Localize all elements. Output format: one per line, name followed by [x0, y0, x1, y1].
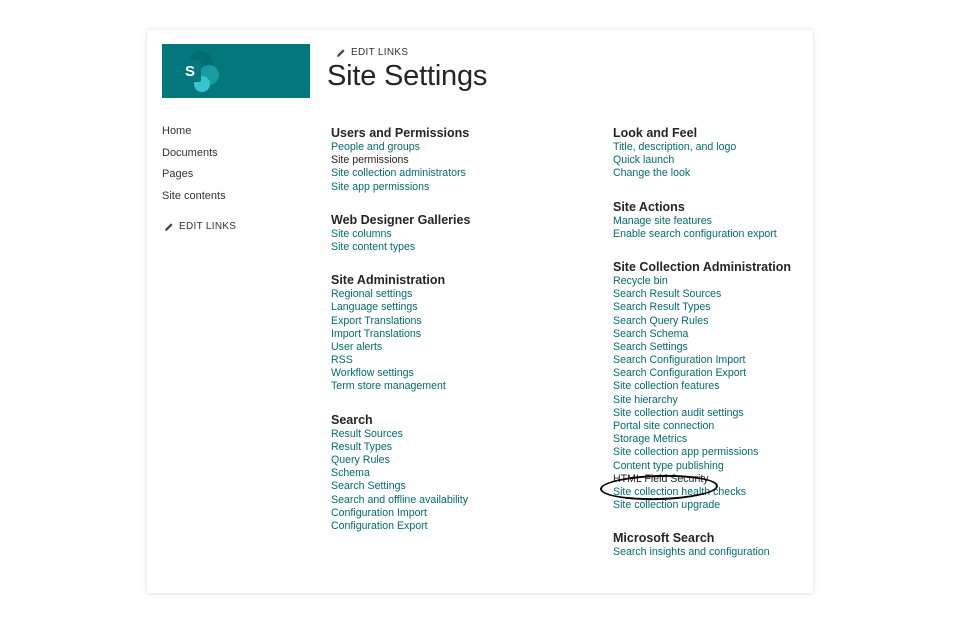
section-search: Search Result Sources Result Types Query…: [331, 413, 591, 534]
link-workflow-settings[interactable]: Workflow settings: [331, 367, 591, 380]
link-export-translations[interactable]: Export Translations: [331, 315, 591, 328]
quick-launch-nav: Home Documents Pages Site contents: [162, 124, 226, 210]
header-edit-links-label: EDIT LINKS: [351, 47, 409, 58]
link-site-app-permissions[interactable]: Site app permissions: [331, 181, 591, 194]
link-term-store-management[interactable]: Term store management: [331, 380, 591, 393]
link-configuration-import[interactable]: Configuration Import: [331, 507, 591, 520]
logo-letter: S: [185, 63, 195, 80]
link-site-collection-app-permissions[interactable]: Site collection app permissions: [613, 446, 873, 459]
section-microsoft-search: Microsoft Search Search insights and con…: [613, 531, 873, 559]
section-look-and-feel: Look and Feel Title, description, and lo…: [613, 126, 873, 181]
section-title: Microsoft Search: [613, 531, 715, 546]
section-title: Site Administration: [331, 273, 446, 288]
link-search-result-types[interactable]: Search Result Types: [613, 301, 873, 314]
link-site-collection-audit-settings[interactable]: Site collection audit settings: [613, 407, 873, 420]
section-title: Search: [331, 412, 373, 427]
link-language-settings[interactable]: Language settings: [331, 301, 591, 314]
link-configuration-export[interactable]: Configuration Export: [331, 520, 591, 533]
link-result-sources[interactable]: Result Sources: [331, 428, 591, 441]
pencil-icon: [165, 222, 173, 231]
section-site-actions: Site Actions Manage site features Enable…: [613, 200, 873, 241]
section-site-administration: Site Administration Regional settings La…: [331, 273, 591, 394]
link-search-and-offline-availability[interactable]: Search and offline availability: [331, 494, 591, 507]
nav-item-documents[interactable]: Documents: [162, 146, 226, 168]
nav-item-home[interactable]: Home: [162, 124, 226, 146]
link-manage-site-features[interactable]: Manage site features: [613, 215, 873, 228]
link-content-type-publishing[interactable]: Content type publishing: [613, 460, 873, 473]
link-search-settings[interactable]: Search Settings: [331, 480, 591, 493]
link-search-result-sources[interactable]: Search Result Sources: [613, 288, 873, 301]
link-search-query-rules[interactable]: Search Query Rules: [613, 315, 873, 328]
link-enable-search-configuration-export[interactable]: Enable search configuration export: [613, 228, 873, 241]
link-search-configuration-export[interactable]: Search Configuration Export: [613, 367, 873, 380]
nav-edit-links-label: EDIT LINKS: [179, 221, 237, 232]
pencil-icon: [337, 48, 345, 57]
link-storage-metrics[interactable]: Storage Metrics: [613, 433, 873, 446]
link-quick-launch[interactable]: Quick launch: [613, 154, 873, 167]
section-web-designer-galleries: Web Designer Galleries Site columns Site…: [331, 213, 591, 254]
link-portal-site-connection[interactable]: Portal site connection: [613, 420, 873, 433]
link-result-types[interactable]: Result Types: [331, 441, 591, 454]
link-people-and-groups[interactable]: People and groups: [331, 141, 591, 154]
link-search-settings-collection[interactable]: Search Settings: [613, 341, 873, 354]
nav-item-pages[interactable]: Pages: [162, 167, 226, 189]
link-html-field-security[interactable]: HTML Field Security: [613, 473, 873, 486]
settings-column-left: Users and Permissions People and groups …: [331, 126, 591, 533]
link-search-insights-and-configuration[interactable]: Search insights and configuration: [613, 546, 873, 559]
link-site-hierarchy[interactable]: Site hierarchy: [613, 394, 873, 407]
sharepoint-logo-icon: S: [179, 51, 219, 92]
link-search-schema[interactable]: Search Schema: [613, 328, 873, 341]
header-edit-links[interactable]: EDIT LINKS: [336, 47, 408, 58]
link-import-translations[interactable]: Import Translations: [331, 328, 591, 341]
link-schema[interactable]: Schema: [331, 467, 591, 480]
settings-column-right: Look and Feel Title, description, and lo…: [613, 126, 873, 560]
link-site-collection-health-checks[interactable]: Site collection health checks: [613, 486, 873, 499]
link-rss[interactable]: RSS: [331, 354, 591, 367]
link-site-collection-features[interactable]: Site collection features: [613, 380, 873, 393]
link-site-columns[interactable]: Site columns: [331, 228, 591, 241]
section-title: Users and Permissions: [331, 126, 470, 140]
page-title: Site Settings: [327, 60, 488, 92]
section-users-and-permissions: Users and Permissions People and groups …: [331, 126, 591, 194]
section-title: Site Collection Administration: [613, 259, 792, 274]
site-logo[interactable]: S: [162, 44, 310, 98]
section-title: Web Designer Galleries: [331, 212, 471, 227]
section-site-collection-administration: Site Collection Administration Recycle b…: [613, 260, 873, 512]
link-title-description-logo[interactable]: Title, description, and logo: [613, 141, 873, 154]
link-recycle-bin[interactable]: Recycle bin: [613, 275, 873, 288]
link-site-collection-upgrade[interactable]: Site collection upgrade: [613, 499, 873, 512]
section-title: Site Actions: [613, 199, 685, 214]
section-title: Look and Feel: [613, 126, 698, 140]
nav-item-site-contents[interactable]: Site contents: [162, 189, 226, 211]
link-site-content-types[interactable]: Site content types: [331, 241, 591, 254]
link-query-rules[interactable]: Query Rules: [331, 454, 591, 467]
link-site-permissions[interactable]: Site permissions: [331, 154, 591, 167]
link-user-alerts[interactable]: User alerts: [331, 341, 591, 354]
link-regional-settings[interactable]: Regional settings: [331, 288, 591, 301]
nav-edit-links[interactable]: EDIT LINKS: [164, 221, 236, 232]
link-search-configuration-import[interactable]: Search Configuration Import: [613, 354, 873, 367]
link-change-the-look[interactable]: Change the look: [613, 167, 873, 180]
link-site-collection-administrators[interactable]: Site collection administrators: [331, 167, 591, 180]
